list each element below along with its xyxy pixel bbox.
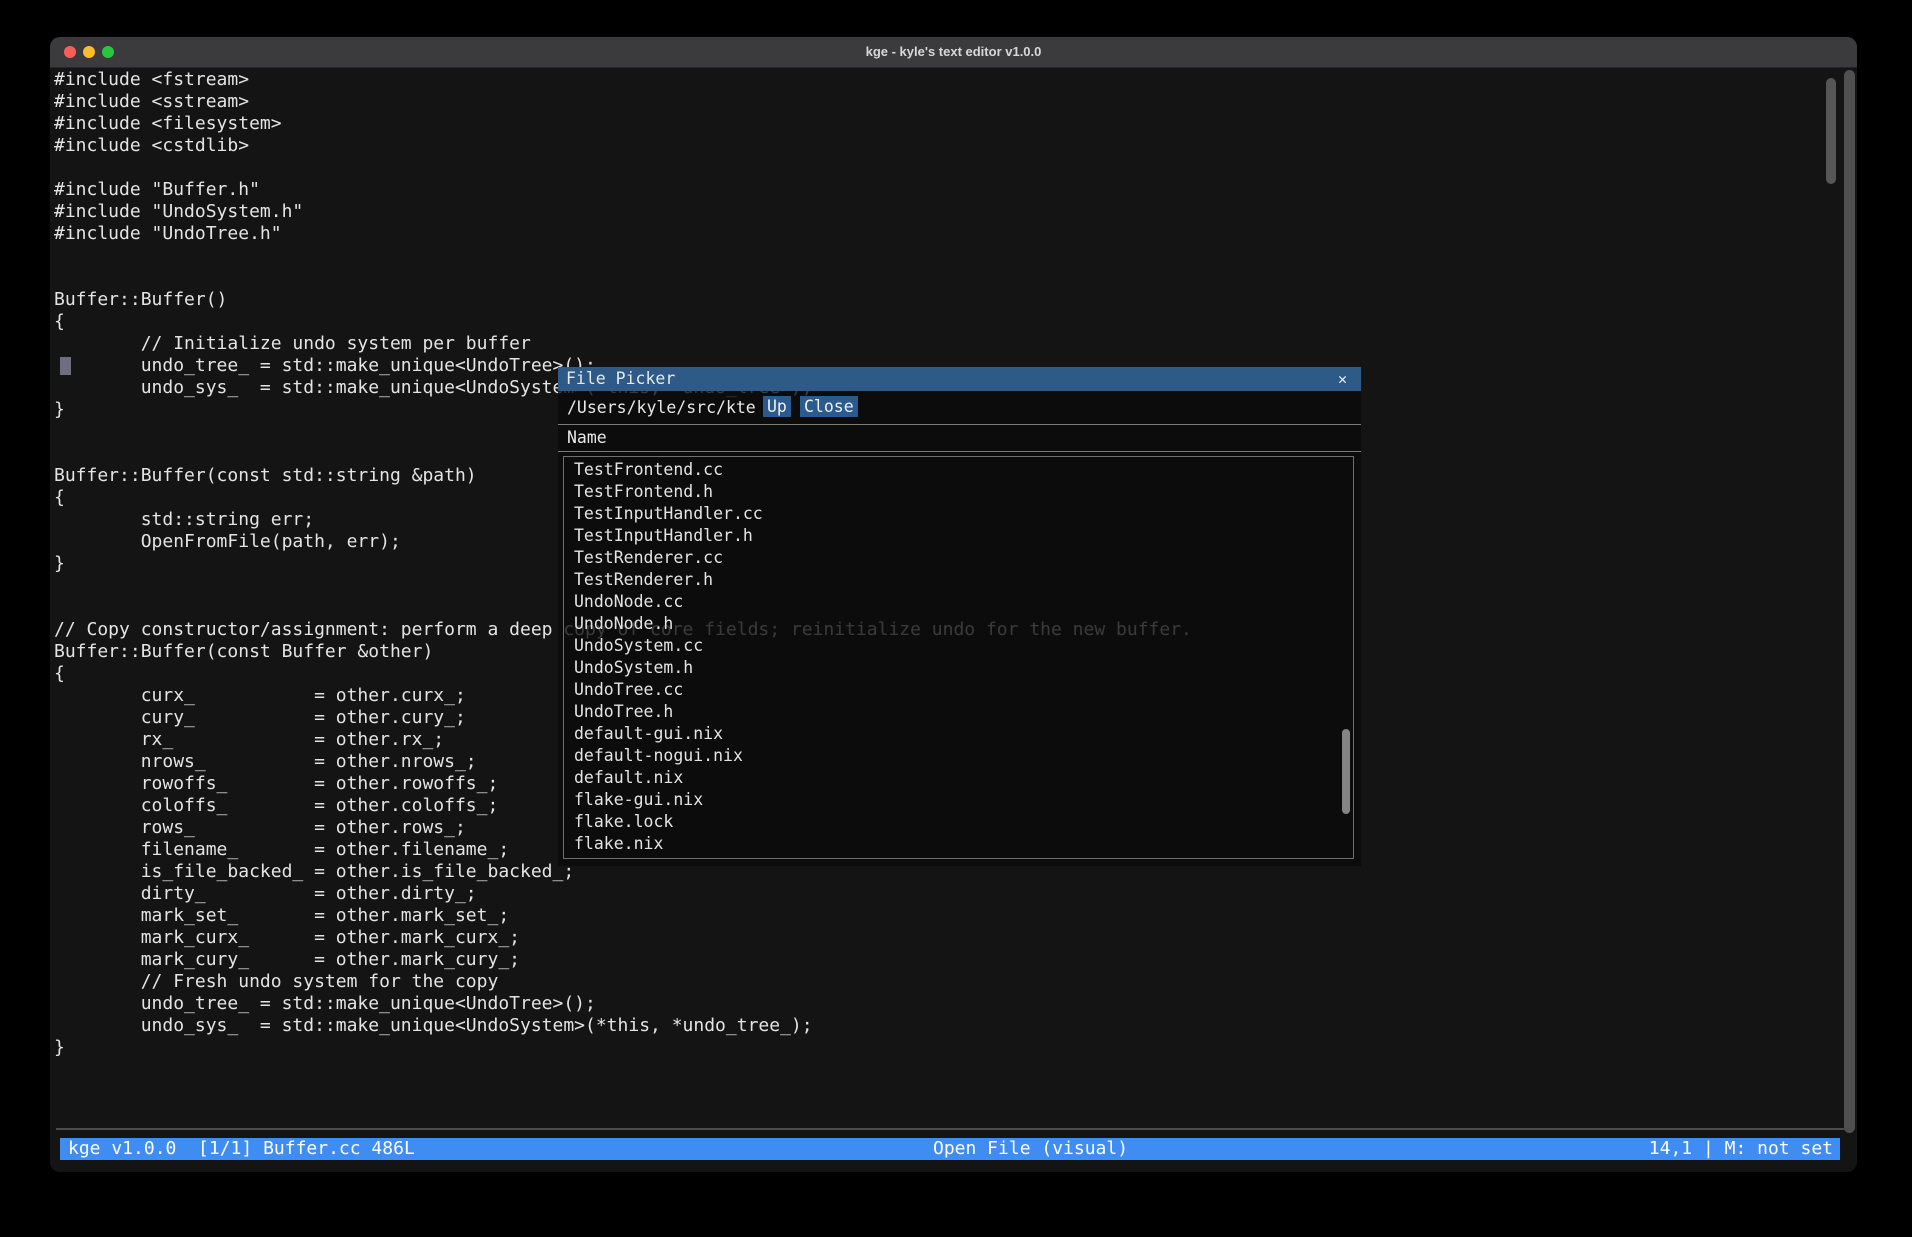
code-line: } bbox=[54, 1037, 1192, 1059]
code-line: #include <sstream> bbox=[54, 91, 1192, 113]
file-item[interactable]: TestRenderer.h bbox=[564, 569, 1353, 591]
code-line: undo_tree_ = std::make_unique<UndoTree>(… bbox=[54, 993, 1192, 1015]
window-scrollbar-track[interactable] bbox=[1844, 70, 1855, 1133]
code-line: mark_set_ = other.mark_set_; bbox=[54, 905, 1192, 927]
separator bbox=[558, 424, 1361, 425]
text-cursor bbox=[60, 357, 71, 375]
file-item[interactable]: TestInputHandler.cc bbox=[564, 503, 1353, 525]
status-left: kge v1.0.0 [1/1] Buffer.cc 486L bbox=[68, 1138, 415, 1160]
code-line bbox=[54, 157, 1192, 179]
file-item[interactable]: flake.lock bbox=[564, 811, 1353, 833]
file-list: TestFrontend.ccTestFrontend.hTestInputHa… bbox=[563, 456, 1354, 859]
code-line: undo_sys_ = std::make_unique<UndoSystem>… bbox=[54, 1015, 1192, 1037]
current-path: /Users/kyle/src/kte bbox=[567, 391, 756, 424]
window-titlebar[interactable]: kge - kyle's text editor v1.0.0 bbox=[50, 37, 1857, 68]
up-button[interactable]: Up bbox=[763, 396, 791, 417]
app-window: kge - kyle's text editor v1.0.0 #include… bbox=[50, 37, 1857, 1172]
file-list-scrollbar-thumb[interactable] bbox=[1342, 729, 1350, 814]
statusbar-separator bbox=[56, 1128, 1851, 1130]
close-button[interactable]: Close bbox=[800, 396, 858, 417]
file-item[interactable]: UndoNode.cc bbox=[564, 591, 1353, 613]
file-item[interactable]: UndoSystem.cc bbox=[564, 635, 1353, 657]
file-item[interactable]: UndoTree.h bbox=[564, 701, 1353, 723]
code-line: dirty_ = other.dirty_; bbox=[54, 883, 1192, 905]
file-item[interactable]: default-nogui.nix bbox=[564, 745, 1353, 767]
code-line: mark_curx_ = other.mark_curx_; bbox=[54, 927, 1192, 949]
code-line: #include <cstdlib> bbox=[54, 135, 1192, 157]
window-title: kge - kyle's text editor v1.0.0 bbox=[50, 37, 1857, 67]
file-item[interactable]: UndoSystem.h bbox=[564, 657, 1353, 679]
code-line bbox=[54, 245, 1192, 267]
code-line: // Initialize undo system per buffer bbox=[54, 333, 1192, 355]
file-item[interactable]: TestInputHandler.h bbox=[564, 525, 1353, 547]
file-item[interactable]: TestRenderer.cc bbox=[564, 547, 1353, 569]
code-line: #include <filesystem> bbox=[54, 113, 1192, 135]
file-item[interactable]: UndoNode.h bbox=[564, 613, 1353, 635]
editor-scrollbar-thumb[interactable] bbox=[1826, 78, 1836, 184]
file-item[interactable]: flake.nix bbox=[564, 833, 1353, 855]
file-item[interactable]: default-gui.nix bbox=[564, 723, 1353, 745]
separator bbox=[558, 451, 1361, 452]
file-picker-title: File Picker bbox=[566, 367, 675, 391]
status-cursor-position: 14,1 | M: not set bbox=[1649, 1138, 1833, 1160]
code-line: { bbox=[54, 311, 1192, 333]
code-line bbox=[54, 267, 1192, 289]
column-header-name: Name bbox=[567, 424, 607, 451]
file-item[interactable]: flake-gui.nix bbox=[564, 789, 1353, 811]
code-line: #include "UndoSystem.h" bbox=[54, 201, 1192, 223]
code-line: #include <fstream> bbox=[54, 69, 1192, 91]
status-mode: Open File (visual) bbox=[933, 1138, 1128, 1160]
file-picker-titlebar[interactable]: File Picker ✕ bbox=[558, 367, 1361, 391]
code-line: mark_cury_ = other.mark_cury_; bbox=[54, 949, 1192, 971]
close-icon[interactable]: ✕ bbox=[1338, 367, 1347, 391]
file-item[interactable]: UndoTree.cc bbox=[564, 679, 1353, 701]
code-line bbox=[54, 1059, 1192, 1081]
file-item[interactable]: TestFrontend.h bbox=[564, 481, 1353, 503]
status-bar: kge v1.0.0 [1/1] Buffer.cc 486L Open Fil… bbox=[60, 1138, 1840, 1160]
code-line: // Fresh undo system for the copy bbox=[54, 971, 1192, 993]
file-item[interactable]: default.nix bbox=[564, 767, 1353, 789]
file-item[interactable]: TestFrontend.cc bbox=[564, 459, 1353, 481]
path-row: /Users/kyle/src/kte Up Close bbox=[558, 391, 1361, 424]
file-picker-dialog: File Picker ✕ /Users/kyle/src/kte Up Clo… bbox=[558, 367, 1361, 866]
code-line bbox=[54, 1081, 1192, 1097]
code-line: Buffer::Buffer() bbox=[54, 289, 1192, 311]
code-line: #include "Buffer.h" bbox=[54, 179, 1192, 201]
screen: kge - kyle's text editor v1.0.0 #include… bbox=[0, 0, 1912, 1237]
code-line: #include "UndoTree.h" bbox=[54, 223, 1192, 245]
